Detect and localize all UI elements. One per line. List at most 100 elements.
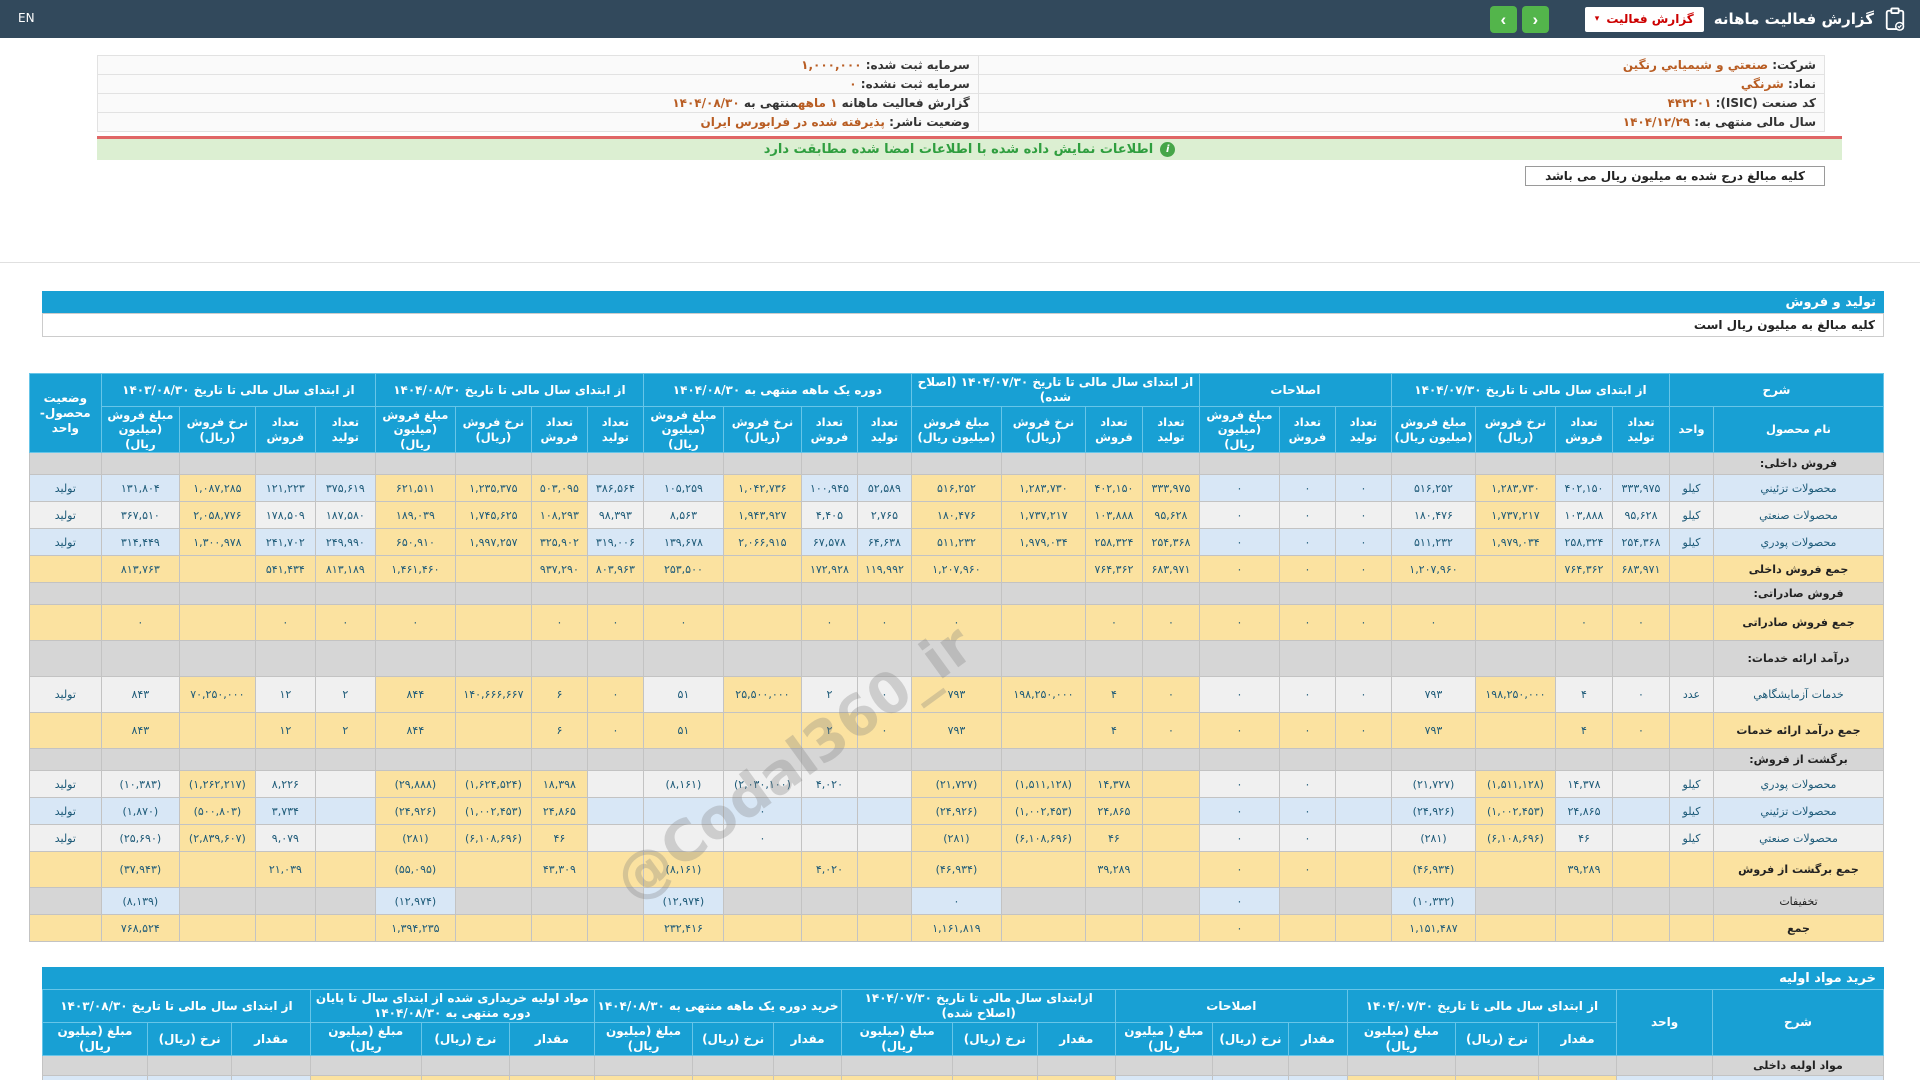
cell [723,556,801,583]
column-header: شرح [1669,374,1883,407]
cell: (۱,۰۰۲,۴۵۳) [1001,798,1085,825]
cell: ۴۱,۴۱۱ [43,1076,148,1080]
cell [801,798,857,825]
cell: ۱۹۸,۲۵۰,۰۰۰ [1001,677,1085,713]
column-header: از ابتدای سال مالی تا تاریخ ۱۴۰۳/۰۸/۳۰ [43,990,311,1023]
cell: ۰ [1199,529,1279,556]
company-info-table: شرکت: صنعتي و شيميايي رنگينسرمایه ثبت شد… [97,55,1825,132]
cell: ۱,۷۳۷,۲۱۷ [1001,502,1085,529]
cell: ۶۴,۶۳۸ [857,529,911,556]
column-header: مقدار [1289,1023,1347,1056]
cell: ۱,۳۰۰,۹۷۸ [179,529,255,556]
cell: ۱۰۵,۲۵۹ [643,475,723,502]
cell: ۸۴۳ [101,713,179,749]
table-row: مواد اولیه داخلی [43,1056,1884,1076]
cell: ۰ [1279,852,1335,888]
cell: ۴ [1555,713,1612,749]
cell: ۴,۰۲۰ [801,852,857,888]
language-switch-en[interactable]: EN [18,11,35,25]
column-header: نرخ فروش(ریال) [1475,407,1555,453]
table-row: جمع برگشت از فروش۳۹,۲۸۹(۴۶,۹۳۴)۰۰۳۹,۲۸۹(… [29,852,1883,888]
cell: ۳۳۳,۹۷۵ [1142,475,1199,502]
cell: ۷,۰۷۴ [773,1076,841,1080]
report-type-dropdown[interactable]: گزارش فعالیت ▾ [1585,7,1704,32]
cell: ۱۸,۳۹۸ [531,771,587,798]
cell [179,852,255,888]
cell: ۰ [1335,605,1391,641]
next-period-button[interactable]: › [1522,6,1549,33]
cell: ۱,۴۶۱,۴۶۰ [375,556,455,583]
column-header: مبلغ (میلیون ریال) [310,1023,421,1056]
cell [1475,852,1555,888]
column-header: مقدار [1037,1023,1116,1056]
cell: ۲۵۳,۵۰۰ [643,556,723,583]
cell: ۰ [315,605,375,641]
cell: ۰ [101,605,179,641]
column-header: تعدادتولید [857,407,911,453]
cell: (۴۶,۹۳۴) [911,852,1001,888]
production-sales-header: تولید و فروش [42,291,1884,313]
column-header: مبلغ فروش(میلیون ریال) [911,407,1001,453]
prev-period-button[interactable]: ‹ [1490,6,1517,33]
cell: ۱,۷۴۵,۶۲۵ [455,502,531,529]
cell: ۰ [1335,677,1391,713]
cell: ۰ [255,605,315,641]
cell [531,888,587,915]
cell: ۲,۷۶۵ [857,502,911,529]
column-header: تعدادتولید [1335,407,1391,453]
cell: ۱۳۱,۶۹۶ [510,1076,595,1080]
cell [1279,915,1335,942]
cell [1475,915,1555,942]
cell: ۴۶ [1085,825,1142,852]
table-row: محصولات صنعتيکیلو۹۵,۶۲۸۱۰۳,۸۸۸۱,۷۳۷,۲۱۷۱… [29,502,1883,529]
column-header: تعدادتولید [1612,407,1669,453]
cell: ۲۱,۰۳۹ [255,852,315,888]
cell [1142,825,1199,852]
cell: ۲۵۴,۳۶۸ [1142,529,1199,556]
cell [1555,888,1612,915]
signature-match-notice: i اطلاعات نمایش داده شده با اطلاعات امضا… [97,136,1842,160]
column-header: تعدادفروش [1085,407,1142,453]
cell [801,888,857,915]
column-header: از ابتدای سال مالی تا تاریخ ۱۴۰۴/۰۸/۳۰ [375,374,643,407]
cell: ۰ [1391,605,1475,641]
column-header: واحد [1617,990,1713,1056]
cell: ۵۱۱,۲۳۲ [911,529,1001,556]
cell: ۵۲,۵۸۹ [857,475,911,502]
cell [1612,825,1669,852]
cell: ۰ [1279,502,1335,529]
cell [179,888,255,915]
cell: ۱۲۱,۲۲۳ [255,475,315,502]
cell: (۸,۱۶۱) [643,771,723,798]
cell [179,713,255,749]
cell [1142,915,1199,942]
cell: (۸,۱۶۱) [643,852,723,888]
cell: ۲ [801,713,857,749]
cell: (۱۰,۳۸۳) [101,771,179,798]
cell [723,915,801,942]
cell: ۰ [857,605,911,641]
cell [1555,915,1612,942]
info-icon: i [1160,142,1175,157]
cell: ۱۴,۳۷۸ [1085,771,1142,798]
cell: ۱,۱۵۱,۴۸۷ [1391,915,1475,942]
table-unit-note-text: کلیه مبالغ به میلیون ریال است [1694,318,1875,332]
raw-materials-table: شرحواحداز ابتدای سال مالی تا تاریخ ۱۴۰۴/… [42,989,1884,1080]
cell [1612,915,1669,942]
cell [179,605,255,641]
cell: ۴۳,۳۰۹ [531,852,587,888]
cell [1335,915,1391,942]
cell: ۲۵,۵۰۰,۰۰۰ [723,677,801,713]
column-header: مبلغ فروش(میلیون ریال) [375,407,455,453]
cell: ۱,۲۰۷,۹۶۰ [1391,556,1475,583]
table-row: جمع فروش داخلی۶۸۳,۹۷۱۷۶۴,۳۶۲۱,۲۰۷,۹۶۰۰۰۰… [29,556,1883,583]
column-header: مقدار [232,1023,311,1056]
cell: ۱۰۳,۸۸۸ [1085,502,1142,529]
column-header: از ابتدای سال مالی تا تاریخ ۱۴۰۳/۰۸/۳۰ [101,374,375,407]
cell: ۶ [531,677,587,713]
cell [857,825,911,852]
cell: ۱۸۷,۵۸۰ [315,502,375,529]
cell: ۳۸۶,۵۶۴ [587,475,643,502]
cell [1335,771,1391,798]
cell [1475,713,1555,749]
